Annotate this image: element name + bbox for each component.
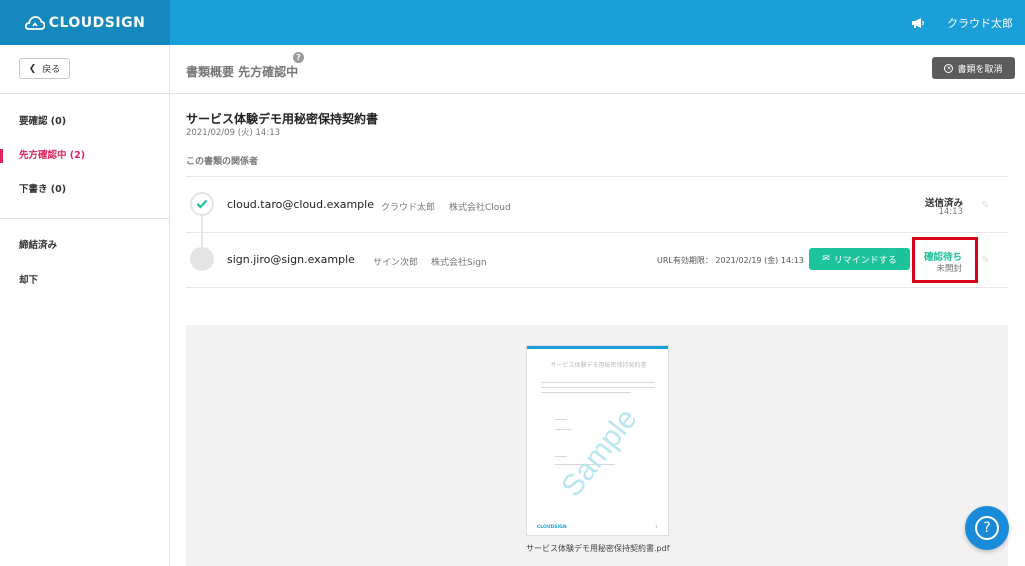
participant-company: 株式会社Sign [431,258,487,268]
paper-logo: CLOUDSIGN [537,525,567,530]
mail-icon: ✉ [822,254,830,264]
logo-area[interactable]: CLOUDSIGN [0,0,170,45]
divider [186,176,1008,177]
remind-label: リマインドする [833,255,897,266]
paper-text-line [555,419,567,420]
sidebar-item-completed[interactable]: 締結済み [0,236,169,256]
top-header: CLOUDSIGN クラウド太郎 [0,0,1025,45]
subheader: ❮ 戻る 書類概要 先方確認中 ? ✕ 書類を取消 [0,45,1025,94]
paper-text-line [555,456,567,457]
megaphone-icon[interactable] [911,17,925,29]
close-icon: ✕ [944,63,954,73]
subheader-left: ❮ 戻る [0,45,170,93]
status-highlight-box [912,237,978,283]
sidebar-item-rejected[interactable]: 却下 [0,271,169,291]
chevron-left-icon: ❮ [28,63,37,74]
participant-name: サイン次郎 [373,258,419,268]
document-title: サービス体験デモ用秘密保持契約書 [186,112,379,126]
document-thumbnail[interactable]: サービス体験デモ用秘密保持契約書 Sample CLOUDSIGN 1 [526,345,669,536]
page-title: 書類概要 先方確認中 [186,65,299,79]
step-complete-indicator [190,192,214,216]
step-pending-indicator [190,247,214,271]
cancel-document-button[interactable]: ✕ 書類を取消 [932,57,1015,79]
back-label: 戻る [42,65,61,75]
sidebar-item-drafts[interactable]: 下書き (0) [0,180,169,200]
participant-name: クラウド太郎 [381,203,436,213]
paper-text-line [541,392,631,393]
pin-icon[interactable]: ✎ [981,255,989,266]
sidebar-item-awaiting-partner[interactable]: 先方確認中 (2) [0,146,169,166]
divider [186,287,1008,288]
participant-email: sign.jiro@sign.example [227,253,355,266]
sidebar-divider [0,218,169,219]
paper-text-line [555,429,571,430]
sidebar-item-needs-review[interactable]: 要確認 (0) [0,112,169,132]
participant-email: cloud.taro@cloud.example [227,198,374,211]
sample-watermark: Sample [555,402,644,503]
document-date: 2021/02/09 (火) 14:13 [186,128,281,138]
paper-accent-bar [527,346,668,349]
divider [186,232,1008,233]
help-button[interactable]: ? [965,506,1009,550]
user-menu[interactable]: クラウド太郎 [947,15,1013,31]
url-expiry: URL有効期限： 2021/02/19 (金) 14:13 [657,256,804,265]
paper-text-line [541,382,655,383]
sidebar: 要確認 (0) 先方確認中 (2) 下書き (0) 締結済み 却下 [0,94,170,566]
paper-text-line [541,387,655,388]
paper-page-number: 1 [655,525,658,530]
document-filename[interactable]: サービス体験デモ用秘密保持契約書.pdf [526,543,670,554]
paper-title: サービス体験デモ用秘密保持契約書 [550,362,647,369]
cloud-logo-icon [24,15,45,30]
cancel-label: 書類を取消 [957,64,1003,75]
logo: CLOUDSIGN [24,14,146,31]
participant-company: 株式会社Cloud [449,203,511,213]
status-time: 14:13 [938,207,964,217]
help-icon[interactable]: ? [293,52,304,63]
remind-button[interactable]: ✉ リマインドする [809,248,910,270]
brand-name: CLOUDSIGN [48,14,146,31]
check-icon [196,199,208,209]
question-icon: ? [975,516,999,540]
back-button[interactable]: ❮ 戻る [19,58,70,79]
section-label-participants: この書類の関係者 [186,157,259,167]
document-preview-area: サービス体験デモ用秘密保持契約書 Sample CLOUDSIGN 1 サービス… [186,325,1008,566]
pin-icon[interactable]: ✎ [981,200,989,211]
header-right: クラウド太郎 [911,0,1013,45]
